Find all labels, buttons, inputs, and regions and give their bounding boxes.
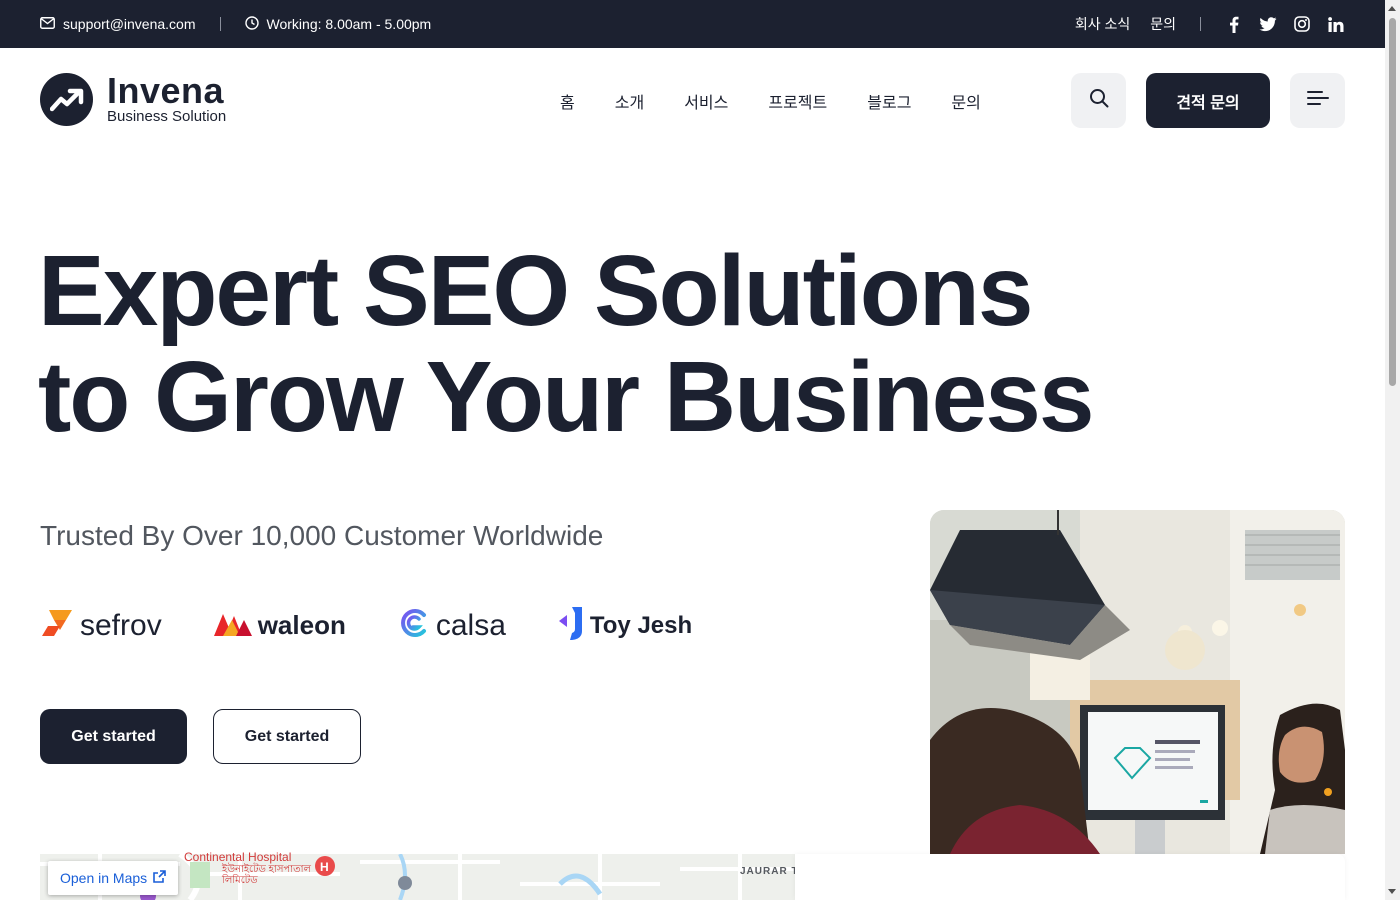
quote-button[interactable]: 견적 문의	[1146, 73, 1270, 128]
hero-office-image	[930, 510, 1345, 854]
hero-title: Expert SEO Solutions to Grow Your Busine…	[38, 235, 1094, 453]
search-button[interactable]	[1071, 73, 1126, 128]
email-contact[interactable]: support@invena.com	[40, 16, 196, 32]
divider	[219, 17, 221, 31]
page-scrollbar[interactable]	[1385, 0, 1400, 900]
twitter-icon[interactable]	[1259, 15, 1277, 33]
scroll-down-arrow-icon[interactable]	[1388, 889, 1396, 894]
brand-sefrov: sefrov	[40, 606, 162, 645]
hero-title-line-2: to Grow Your Business	[38, 341, 1094, 453]
open-in-maps-label: Open in Maps	[60, 870, 148, 886]
cta-group: Get started Get started	[40, 709, 361, 764]
brand-calsa: calsa	[398, 607, 506, 644]
logo[interactable]: Invena Business Solution	[40, 73, 226, 126]
toy-jesh-logo-icon	[558, 605, 584, 646]
logo-tagline: Business Solution	[107, 108, 227, 125]
trusted-text: Trusted By Over 10,000 Customer Worldwid…	[40, 520, 604, 551]
email-text: support@invena.com	[63, 16, 196, 32]
logo-name: Invena	[107, 70, 225, 111]
facebook-icon[interactable]	[1225, 15, 1243, 33]
nav-item-about[interactable]: 소개	[615, 89, 644, 113]
hours-text: Working: 8.00am - 5.00pm	[266, 16, 432, 32]
topbar-link-news[interactable]: 회사 소식	[1075, 14, 1130, 34]
instagram-icon[interactable]	[1293, 15, 1311, 33]
brand-toy-jesh: Toy Jesh	[558, 605, 692, 646]
open-in-maps-link[interactable]: Open in Maps	[48, 861, 179, 895]
sefrov-logo-icon	[40, 606, 74, 645]
linkedin-icon[interactable]	[1327, 15, 1345, 33]
nav-item-services[interactable]: 서비스	[684, 89, 728, 113]
nav-item-contact[interactable]: 문의	[951, 89, 980, 113]
scroll-thumb[interactable]	[1389, 18, 1396, 386]
map-place-label: Continental Hospital	[184, 850, 292, 864]
nav-item-projects[interactable]: 프로젝트	[768, 89, 827, 113]
get-started-button[interactable]: Get started	[40, 709, 187, 764]
nav-item-home[interactable]: 홈	[560, 89, 575, 113]
working-hours: Working: 8.00am - 5.00pm	[244, 15, 432, 33]
site-header: Invena Business Solution 홈 소개 서비스 프로젝트 블…	[0, 48, 1385, 154]
brand-name: waleon	[257, 610, 346, 640]
map-place-local-label: ইউনাইটেড হাসপাতাল লিমিটেড	[222, 864, 311, 886]
scroll-up-arrow-icon[interactable]	[1388, 6, 1396, 11]
map-area-label: JAURAR TI	[740, 866, 803, 877]
brand-name: calsa	[435, 608, 506, 642]
get-started-outline-button[interactable]: Get started	[213, 709, 361, 764]
waleon-logo-icon	[213, 610, 252, 641]
nav-item-blog[interactable]: 블로그	[867, 89, 911, 113]
menu-icon	[1306, 90, 1329, 111]
social-links	[1225, 15, 1345, 33]
search-icon	[1089, 88, 1109, 113]
external-link-icon	[153, 870, 166, 886]
brand-waleon: waleon	[213, 610, 346, 641]
brand-name: Toy Jesh	[589, 611, 693, 639]
logo-trend-icon	[40, 73, 93, 126]
brand-logos: sefrov waleon calsa Toy Jesh	[40, 605, 744, 646]
topbar-link-contact[interactable]: 문의	[1150, 14, 1176, 34]
divider	[1200, 17, 1201, 31]
brand-name: sefrov	[80, 608, 162, 642]
mail-icon	[40, 16, 55, 32]
top-bar: support@invena.com Working: 8.00am - 5.0…	[0, 0, 1385, 48]
main-nav: 홈 소개 서비스 프로젝트 블로그 문의	[560, 48, 981, 154]
calsa-logo-icon	[398, 607, 430, 644]
clock-icon	[244, 15, 259, 33]
menu-button[interactable]	[1290, 73, 1345, 128]
hero-title-line-1: Expert SEO Solutions	[38, 235, 1034, 347]
contact-card	[795, 854, 1345, 900]
